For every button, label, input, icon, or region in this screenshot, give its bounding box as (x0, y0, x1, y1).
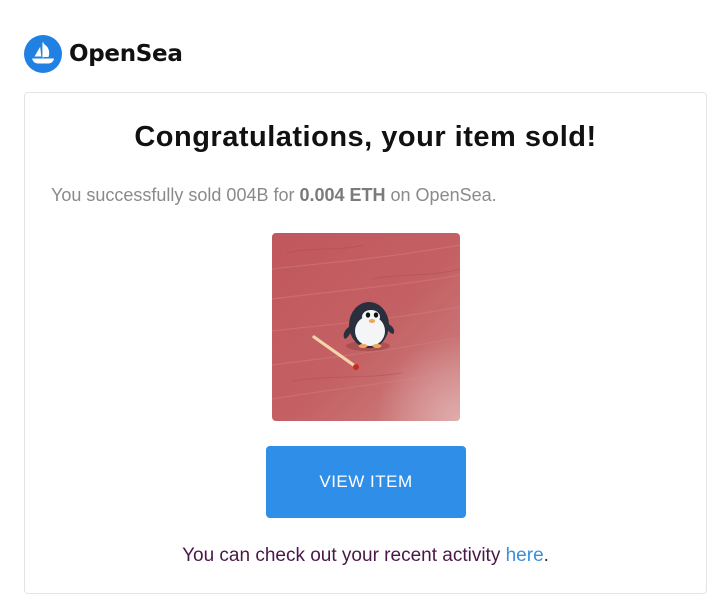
nft-item-image[interactable] (272, 233, 460, 421)
sale-notification-card: Congratulations, your item sold! You suc… (24, 92, 707, 594)
sale-message-suffix: on OpenSea. (385, 185, 497, 205)
sale-message: You successfully sold 004B for 0.004 ETH… (51, 185, 497, 206)
email-header: OpenSea (24, 35, 183, 73)
activity-here-link[interactable]: here (506, 545, 544, 566)
sale-price: 0.004 ETH (299, 185, 386, 205)
page-title: Congratulations, your item sold! (134, 121, 597, 153)
activity-suffix: . (543, 545, 549, 566)
activity-prefix: You can check out your recent activity (182, 545, 506, 566)
sale-message-prefix: You successfully sold 004B for (51, 185, 300, 205)
brand-name: OpenSea (69, 41, 183, 67)
view-item-button[interactable]: VIEW ITEM (266, 446, 466, 518)
opensea-logo-icon[interactable] (24, 35, 62, 73)
activity-note: You can check out your recent activity h… (25, 545, 706, 567)
